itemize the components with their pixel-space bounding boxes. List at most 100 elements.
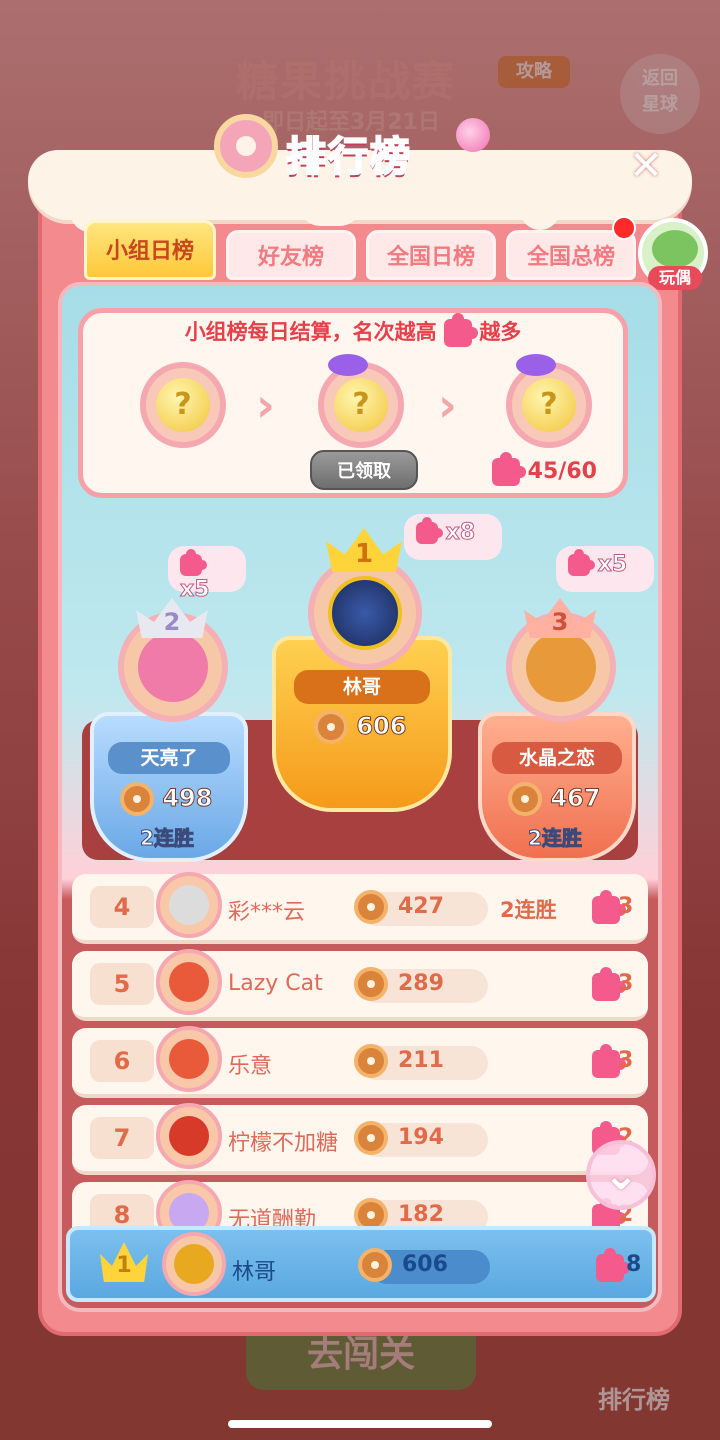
row-rank: 4 (90, 886, 154, 928)
avatar-image (169, 1116, 209, 1156)
podium-name: 林哥 (294, 670, 430, 704)
row-pieces: 3 (618, 894, 634, 919)
scroll-down-button[interactable]: ⌄ (586, 1140, 656, 1210)
row-name: 柠檬不加糖 (228, 1131, 339, 1156)
reward-caption: 小组榜每日结算，名次越高 越多 (78, 313, 628, 347)
gold-crown-icon: 1 (100, 1242, 148, 1282)
leaderboard-tabs: 小组日榜 好友榜 全国日榜 全国总榜 (84, 220, 644, 280)
row-rank: 6 (90, 1040, 154, 1082)
reward-bubble-rank-3: x5 (556, 546, 654, 592)
avatar[interactable] (156, 1103, 222, 1169)
podium-name: 天亮了 (108, 742, 230, 774)
plush-button[interactable]: 玩偶 (638, 218, 708, 290)
reward-bubble-value: x5 (597, 552, 628, 578)
gold-emblem-avatar-icon (328, 576, 402, 650)
podium-score-value: 467 (550, 784, 601, 813)
avatar[interactable] (156, 949, 222, 1015)
avatar[interactable] (156, 872, 222, 938)
donut-icon (354, 890, 388, 924)
avatar[interactable] (162, 1232, 226, 1296)
puzzle-piece-icon (592, 1044, 626, 1078)
reward-bubble-value: x5 (180, 577, 210, 603)
puzzle-piece-icon (180, 549, 207, 576)
podium-score: 467 (508, 782, 601, 816)
reward-badge-3[interactable]: ? (506, 354, 592, 448)
reward-caption-text2: 越多 (479, 320, 522, 344)
avatar-image (174, 1244, 214, 1284)
podium-score-value: 606 (356, 712, 407, 741)
reward-badge-2[interactable]: ? (318, 354, 404, 448)
puzzle-piece-icon (596, 1248, 630, 1282)
donut-icon (120, 782, 154, 816)
claimed-button[interactable]: 已领取 (310, 450, 418, 490)
donut-icon (354, 1044, 388, 1078)
bow-icon (328, 354, 368, 376)
row-score: 289 (398, 971, 444, 996)
chevron-right-icon: › (438, 378, 457, 432)
row-name: Lazy Cat (228, 971, 323, 996)
tab-friends[interactable]: 好友榜 (226, 230, 356, 280)
avatar[interactable] (308, 556, 422, 670)
notification-dot (612, 216, 636, 240)
puzzle-piece-icon (568, 549, 595, 576)
podium-rank-2[interactable]: 天亮了 498 2连胜 (90, 712, 248, 862)
row-rank: 7 (90, 1117, 154, 1159)
home-indicator[interactable] (228, 1420, 492, 1428)
dog-avatar-icon (526, 632, 596, 702)
puzzle-piece-icon (416, 517, 443, 544)
reward-caption-text1: 小组榜每日结算，名次越高 (184, 320, 437, 344)
row-name: 乐意 (228, 1054, 273, 1079)
row-score: 427 (398, 894, 444, 919)
row-score: 606 (402, 1252, 448, 1277)
row-pieces: 3 (618, 971, 634, 996)
podium-score: 606 (314, 710, 407, 744)
table-row[interactable]: 6 乐意 211 3 (72, 1026, 648, 1098)
reward-bubble-rank-1: x8 (404, 514, 502, 560)
donut-icon (314, 710, 348, 744)
row-streak: 2连胜 (500, 898, 557, 922)
table-row[interactable]: 7 柠檬不加糖 194 2 (72, 1103, 648, 1175)
podium-streak: 2连胜 (528, 826, 583, 851)
row-score: 194 (398, 1125, 444, 1150)
avatar-image (169, 962, 209, 1002)
donut-icon (354, 967, 388, 1001)
panel-header: 排行榜 (214, 108, 514, 188)
podium-rank-3[interactable]: 水晶之恋 467 2连胜 (478, 712, 636, 862)
row-score: 211 (398, 1048, 444, 1073)
tab-national-daily[interactable]: 全国日榜 (366, 230, 496, 280)
reward-badge-1[interactable]: ? (140, 362, 226, 448)
row-pieces: 3 (618, 1048, 634, 1073)
row-pieces: 8 (626, 1252, 642, 1277)
row-name: 彩***云 (228, 900, 306, 925)
lollipop-icon (456, 118, 490, 152)
chevron-right-icon: › (256, 378, 275, 432)
podium-name: 水晶之恋 (492, 742, 622, 774)
table-row[interactable]: 5 Lazy Cat 289 3 (72, 949, 648, 1021)
donut-icon (508, 782, 542, 816)
avatar[interactable] (156, 1026, 222, 1092)
puzzle-piece-icon (444, 313, 478, 347)
puzzle-piece-icon (592, 967, 626, 1001)
mystery-coin-icon: ? (522, 378, 576, 432)
avatar-image (169, 1039, 209, 1079)
avatar-image (169, 885, 209, 925)
frog-plush-icon (652, 230, 698, 268)
current-user-row[interactable]: 1 林哥 606 8 (66, 1226, 656, 1302)
puzzle-piece-icon (492, 452, 526, 486)
podium-score: 498 (120, 782, 213, 816)
row-score: 182 (398, 1202, 444, 1227)
row-rank: 5 (90, 963, 154, 1005)
bunny-avatar-icon (138, 632, 208, 702)
table-row[interactable]: 4 彩***云 427 2连胜 3 (72, 872, 648, 944)
tab-group-daily[interactable]: 小组日榜 (84, 220, 216, 280)
close-icon[interactable]: ✕ (626, 146, 666, 186)
panel-title: 排行榜 (285, 133, 412, 181)
mystery-coin-icon: ? (156, 378, 210, 432)
podium-streak: 2连胜 (140, 826, 195, 851)
puzzle-piece-icon (592, 890, 626, 924)
donut-icon (354, 1121, 388, 1155)
donut-icon (214, 114, 278, 178)
plush-label: 玩偶 (648, 266, 702, 290)
podium-score-value: 498 (162, 784, 213, 813)
reward-bubble-value: x8 (445, 520, 476, 546)
